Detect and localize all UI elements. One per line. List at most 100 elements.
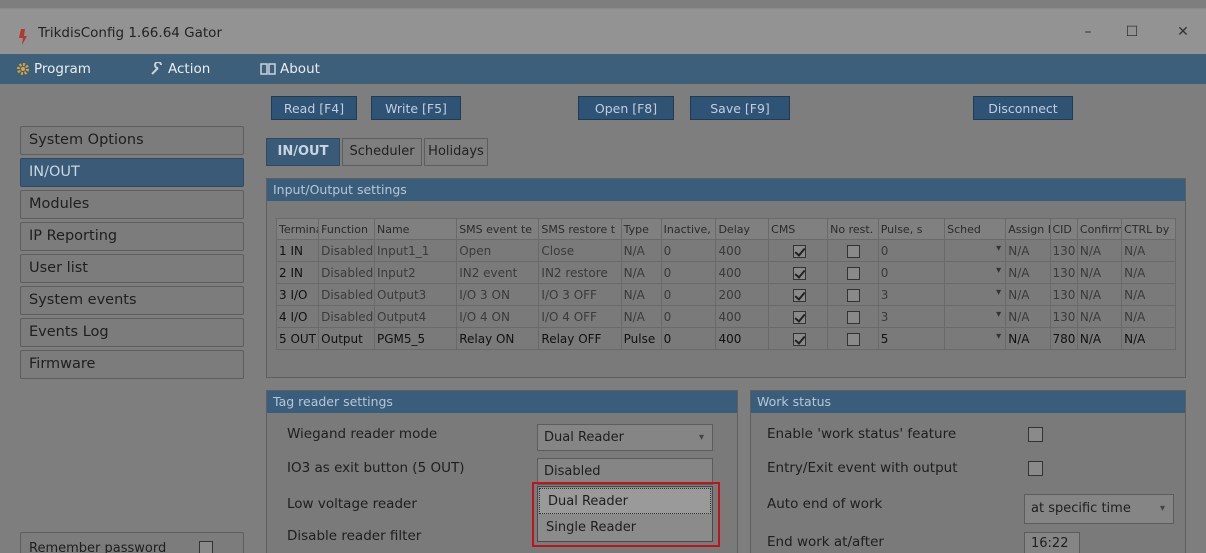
entry-exit-checkbox[interactable] bbox=[1028, 461, 1043, 476]
disconnect-button[interactable]: Disconnect bbox=[973, 96, 1073, 120]
tab-scheduler[interactable]: Scheduler bbox=[342, 138, 422, 166]
enable-work-status-checkbox[interactable] bbox=[1028, 427, 1043, 442]
io-table-header[interactable]: Name bbox=[373, 218, 458, 240]
io-cell-type[interactable]: N/A bbox=[620, 261, 662, 284]
io-cell-assign[interactable]: N/A bbox=[1005, 239, 1051, 262]
io-cell-pulse[interactable]: 3 bbox=[877, 283, 946, 306]
schedule-select[interactable] bbox=[947, 308, 1004, 325]
io-cell-terminal[interactable]: 5 OUT bbox=[275, 327, 320, 350]
io-cell-confirm[interactable]: N/A bbox=[1076, 261, 1123, 284]
io-cell-ctrl[interactable]: N/A bbox=[1121, 261, 1176, 284]
io-cell-assign[interactable]: N/A bbox=[1005, 305, 1051, 328]
io-cell-cid[interactable]: 780 bbox=[1049, 327, 1078, 350]
io-cell-confirm[interactable]: N/A bbox=[1076, 283, 1123, 306]
io-cell-function[interactable]: Output bbox=[318, 327, 375, 350]
io-table-header[interactable]: Sched bbox=[944, 218, 1007, 240]
io-cell-terminal[interactable]: 2 IN bbox=[275, 261, 320, 284]
io-table-header[interactable]: CID bbox=[1049, 218, 1078, 240]
io-table-header[interactable]: CMS bbox=[768, 218, 829, 240]
exit-button-select[interactable]: Disabled bbox=[537, 458, 713, 485]
io-cell-sms-restore[interactable]: I/O 4 OFF bbox=[538, 305, 622, 328]
io-cell-inactive[interactable]: 0 bbox=[660, 327, 717, 350]
menu-action[interactable]: Action bbox=[150, 60, 210, 78]
io-cell-sms-restore[interactable]: Close bbox=[538, 239, 622, 262]
cms-checkbox[interactable] bbox=[792, 288, 806, 302]
schedule-select[interactable] bbox=[947, 286, 1004, 303]
io-cell-terminal[interactable]: 4 I/O bbox=[275, 305, 320, 328]
io-cell-sms-event[interactable]: IN2 event bbox=[456, 261, 540, 284]
cms-checkbox[interactable] bbox=[792, 332, 806, 346]
io-table-header[interactable]: Type bbox=[620, 218, 662, 240]
io-cell-confirm[interactable]: N/A bbox=[1076, 327, 1123, 350]
io-cell-terminal[interactable]: 1 IN bbox=[275, 239, 320, 262]
io-cell-pulse[interactable]: 0 bbox=[877, 261, 946, 284]
io-cell-assign[interactable]: N/A bbox=[1005, 327, 1051, 350]
cms-checkbox[interactable] bbox=[792, 244, 806, 258]
io-table-header[interactable]: Pulse, s bbox=[877, 218, 946, 240]
io-cell-inactive[interactable]: 0 bbox=[660, 261, 717, 284]
io-cell-ctrl[interactable]: N/A bbox=[1121, 239, 1176, 262]
maximize-button[interactable]: ☐ bbox=[1117, 19, 1147, 45]
io-cell-sms-restore[interactable]: I/O 3 OFF bbox=[538, 283, 622, 306]
no-restore-checkbox[interactable] bbox=[847, 244, 861, 258]
io-cell-cid[interactable]: 130 bbox=[1049, 261, 1078, 284]
menu-program[interactable]: Program bbox=[16, 60, 91, 78]
io-cell-cid[interactable]: 130 bbox=[1049, 283, 1078, 306]
io-cell-ctrl[interactable]: N/A bbox=[1121, 305, 1176, 328]
save-button[interactable]: Save [F9] bbox=[690, 96, 790, 120]
io-table-header[interactable]: Function bbox=[318, 218, 375, 240]
io-cell-type[interactable]: N/A bbox=[620, 283, 662, 306]
io-cell-ctrl[interactable]: N/A bbox=[1121, 327, 1176, 350]
tab-holidays[interactable]: Holidays bbox=[424, 138, 488, 166]
io-cell-function[interactable]: Disabled bbox=[318, 239, 375, 262]
read-button[interactable]: Read [F4] bbox=[271, 96, 357, 120]
io-cell-pulse[interactable]: 3 bbox=[877, 305, 946, 328]
io-cell-confirm[interactable]: N/A bbox=[1076, 305, 1123, 328]
io-cell-assign[interactable]: N/A bbox=[1005, 261, 1051, 284]
schedule-select[interactable] bbox=[947, 264, 1004, 281]
wiegand-mode-select[interactable]: Dual Reader ▾ bbox=[537, 424, 713, 451]
schedule-select[interactable] bbox=[947, 330, 1004, 347]
io-cell-cid[interactable]: 130 bbox=[1049, 239, 1078, 262]
io-table-header[interactable]: CTRL by bbox=[1121, 218, 1176, 240]
io-cell-name[interactable]: PGM5_5 bbox=[373, 327, 458, 350]
io-cell-inactive[interactable]: 0 bbox=[660, 305, 717, 328]
sidebar-item-modules[interactable]: Modules bbox=[20, 190, 244, 219]
close-button[interactable]: ✕ bbox=[1168, 19, 1198, 45]
schedule-select[interactable] bbox=[947, 242, 1004, 259]
open-button[interactable]: Open [F8] bbox=[578, 96, 674, 120]
io-table-header[interactable]: SMS restore t bbox=[538, 218, 622, 240]
io-cell-delay[interactable]: 400 bbox=[715, 327, 770, 350]
io-table-header[interactable]: Delay bbox=[715, 218, 770, 240]
io-table-header[interactable]: No rest. bbox=[827, 218, 879, 240]
table-row[interactable]: 3 I/O Disabled Output3 I/O 3 ON I/O 3 OFF N/A… bbox=[275, 283, 1176, 306]
table-row[interactable]: 1 INDisabledInput1_1OpenCloseN/A04000N/A… bbox=[275, 239, 1176, 262]
io-cell-delay[interactable]: 400 bbox=[715, 239, 770, 262]
io-cell-type[interactable]: N/A bbox=[620, 239, 662, 262]
auto-end-select[interactable]: at specific time ▾ bbox=[1024, 494, 1174, 524]
no-restore-checkbox[interactable] bbox=[847, 288, 861, 302]
minimize-button[interactable]: – bbox=[1073, 19, 1103, 45]
sidebar-item-system-options[interactable]: System Options bbox=[20, 126, 244, 155]
io-cell-name[interactable]: Input2 bbox=[373, 261, 458, 284]
io-cell-sms-restore[interactable]: Relay OFF bbox=[538, 327, 622, 350]
sidebar-item-user-list[interactable]: User list bbox=[20, 254, 244, 283]
io-cell-sms-event[interactable]: I/O 3 ON bbox=[456, 283, 540, 306]
io-cell-cid[interactable]: 130 bbox=[1049, 305, 1078, 328]
remember-password-checkbox[interactable] bbox=[199, 541, 213, 553]
io-cell-delay[interactable]: 200 bbox=[715, 283, 770, 306]
io-cell-inactive[interactable]: 0 bbox=[660, 283, 717, 306]
io-cell-name[interactable]: Output3 bbox=[373, 283, 458, 306]
cms-checkbox[interactable] bbox=[792, 266, 806, 280]
io-cell-assign[interactable]: N/A bbox=[1005, 283, 1051, 306]
tab-in-out[interactable]: IN/OUT bbox=[266, 138, 340, 166]
sidebar-item-ip-reporting[interactable]: IP Reporting bbox=[20, 222, 244, 251]
io-cell-confirm[interactable]: N/A bbox=[1076, 239, 1123, 262]
io-cell-sms-event[interactable]: Open bbox=[456, 239, 540, 262]
sidebar-item-system-events[interactable]: System events bbox=[20, 286, 244, 315]
io-cell-type[interactable]: N/A bbox=[620, 305, 662, 328]
table-row[interactable]: 2 IN Disabled Input2 IN2 event IN2 restore N/… bbox=[275, 261, 1176, 284]
io-cell-pulse[interactable]: 5 bbox=[877, 327, 946, 350]
menu-about[interactable]: About bbox=[260, 60, 320, 78]
io-cell-terminal[interactable]: 3 I/O bbox=[275, 283, 320, 306]
